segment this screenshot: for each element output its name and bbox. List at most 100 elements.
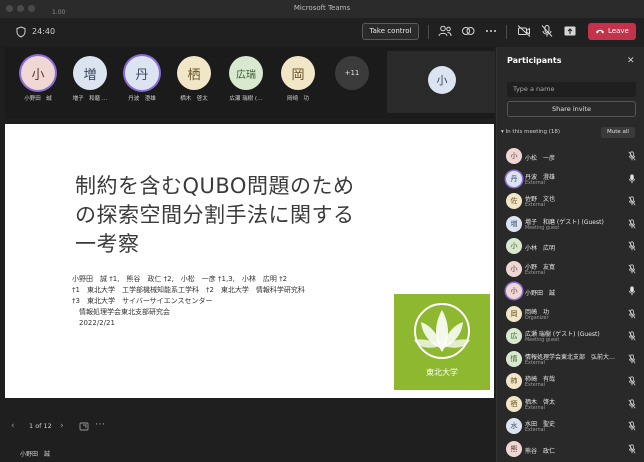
participant-name: 栖木 啓太 (525, 398, 556, 406)
microphone-muted-icon[interactable] (628, 331, 636, 341)
logo-text: 東北大学 (426, 368, 458, 377)
participant-role: Organizer (525, 315, 549, 321)
author-line: †1 東北大学 工学部機械知能系工学科 †2 東北大学 情報科学研究科 (72, 286, 305, 294)
apps-icon[interactable] (461, 24, 475, 38)
participant-role: External (525, 203, 545, 208)
avatar: 栖 (177, 56, 211, 90)
shared-content-area: 制約を含むQUBO問題のため の探索空間分割手法に関する 一考察 小野田 誠 †… (5, 124, 494, 398)
leave-label: Leave (608, 27, 629, 35)
participant-name: 丹波 澄雄 (525, 173, 556, 181)
mute-all-button[interactable]: Mute all (601, 127, 635, 138)
participant-row[interactable]: 熊熊谷 政仁 (497, 438, 644, 461)
participant-name: 栖木 啓太 (180, 96, 208, 102)
window-title: Microsoft Teams (293, 4, 351, 12)
participant-role: External (525, 383, 545, 388)
participant-name: 広瀬 瑞樹 (… (229, 96, 263, 102)
microphone-icon[interactable] (628, 286, 636, 296)
avatar: 熊 (506, 440, 522, 457)
microphone-muted-icon[interactable] (628, 308, 636, 319)
microphone-muted-icon[interactable] (628, 218, 636, 229)
participant-name: 小林 広明 (525, 245, 556, 252)
participant-row[interactable]: 岡岡崎 功 Organizer (497, 303, 644, 326)
sync-icon[interactable] (79, 422, 89, 431)
participants-icon[interactable] (438, 24, 452, 38)
microphone-muted-icon[interactable] (628, 421, 636, 431)
self-video-tile[interactable]: 小 (387, 51, 495, 113)
close-panel-icon[interactable]: ✕ (627, 56, 635, 66)
university-logo: 東北大学 (394, 294, 490, 390)
microphone-muted-icon[interactable] (628, 353, 636, 364)
slide-navigation: ‹ 1 of 12 › ⋯ (5, 412, 494, 442)
phone-hangup-icon (596, 29, 604, 34)
more-slide-options-icon[interactable]: ⋯ (95, 419, 105, 430)
participant-row[interactable]: 水水田 聖史 External (497, 415, 644, 438)
leave-button[interactable]: Leave (588, 23, 636, 40)
participant-row[interactable]: 小小林 広明 (497, 235, 644, 258)
video-tile[interactable]: 増 増子 和磨 … (64, 47, 116, 115)
presentation-slide: 制約を含むQUBO問題のため の探索空間分割手法に関する 一考察 小野田 誠 †… (5, 124, 494, 398)
meeting-timer: 24:40 (32, 27, 56, 36)
previous-slide-icon[interactable]: ‹ (11, 421, 15, 431)
participant-name: 小野 友寛 (525, 263, 556, 271)
participant-row[interactable]: 栖栖木 啓太 External (497, 393, 644, 416)
participant-search-input[interactable]: Type a name (507, 82, 636, 97)
avatar: 丹 (506, 170, 522, 187)
participants-panel: Participants ✕ Type a name Share invite … (496, 47, 644, 462)
participant-row[interactable]: 増増子 和磨 (ゲスト) (Guest) Meeting guest (497, 213, 644, 236)
microphone-icon[interactable] (628, 173, 636, 184)
participant-name: 広瀬 瑞樹 (ゲスト) (Guest) (525, 331, 600, 338)
avatar: 小 (506, 238, 522, 254)
video-tile[interactable]: 小 小野田 誠 (12, 47, 64, 115)
toolbar-divider (506, 25, 507, 39)
slide-title-line: の探索空間分割手法に関する (75, 203, 355, 227)
microphone-muted-icon[interactable] (628, 443, 636, 454)
microphone-muted-icon[interactable] (628, 263, 636, 274)
avatar: 岡 (506, 305, 522, 322)
take-control-button[interactable]: Take control (362, 23, 419, 40)
share-invite-label: Share invite (552, 105, 591, 113)
microphone-muted-icon[interactable] (628, 196, 636, 206)
participant-name: 熊谷 政仁 (525, 447, 556, 455)
participant-row[interactable]: 情情報処理学会東北支部 弘前大… External (497, 348, 644, 371)
microphone-muted-icon[interactable] (628, 151, 636, 161)
participant-name: 増子 和磨 … (72, 96, 108, 102)
microphone-muted-icon[interactable] (628, 241, 636, 251)
participant-name: 丹波 澄雄 (128, 96, 156, 102)
avatar: 水 (506, 418, 522, 434)
participant-row[interactable]: 佐佐野 文也 External (497, 190, 644, 213)
more-options-icon[interactable] (484, 24, 498, 38)
panel-title: Participants (507, 56, 562, 65)
next-slide-icon[interactable]: › (60, 421, 64, 431)
more-participants-button[interactable]: +11 (335, 56, 369, 90)
participant-name: 小野田 誠 (525, 290, 556, 297)
participant-row[interactable]: 小小松 一彦 (497, 145, 644, 168)
microphone-muted-icon[interactable] (540, 24, 554, 38)
microphone-muted-icon[interactable] (628, 376, 636, 386)
participant-row[interactable]: 丹丹波 澄雄 External (497, 168, 644, 191)
participant-role: Meeting guest (525, 225, 560, 231)
avatar: 増 (506, 215, 522, 232)
avatar: 岡 (281, 56, 315, 90)
video-tile[interactable]: 丹 丹波 澄雄 (116, 47, 168, 115)
in-meeting-header[interactable]: ▾ In this meeting (18) (501, 129, 560, 135)
share-invite-button[interactable]: Share invite (507, 101, 636, 117)
author-line: 小野田 誠 †1, 熊谷 政仁 †2, 小松 一彦 †1,3, 小林 広明 †2 (72, 275, 288, 283)
video-tile[interactable]: 栖 栖木 啓太 (168, 47, 220, 115)
participant-row[interactable]: 広広瀬 瑞樹 (ゲスト) (Guest) Meeting guest (497, 325, 644, 348)
window-titlebar: 1.00 Microsoft Teams (0, 0, 644, 18)
avatar: 広瑞 (229, 56, 263, 90)
participant-name: 柿崎 有哉 (525, 376, 556, 383)
avatar: 小 (428, 66, 456, 94)
slide-title: 制約を含むQUBO問題のため の探索空間分割手法に関する 一考察 (75, 172, 465, 259)
participant-name: 小松 一彦 (525, 155, 556, 162)
share-screen-icon[interactable] (563, 24, 577, 38)
camera-off-icon[interactable] (517, 24, 531, 38)
participant-name: 佐野 文也 (525, 196, 556, 203)
video-tile[interactable]: 広瑞 広瀬 瑞樹 (… (220, 47, 272, 115)
participant-row[interactable]: 小小野田 誠 (497, 280, 644, 303)
participant-row[interactable]: 小小野 友寛 External (497, 258, 644, 281)
participant-row[interactable]: 柿柿崎 有哉 External (497, 370, 644, 393)
video-tile[interactable]: 岡 岡崎 功 (272, 47, 324, 115)
avatar: 丹 (125, 56, 159, 90)
microphone-muted-icon[interactable] (628, 398, 636, 409)
